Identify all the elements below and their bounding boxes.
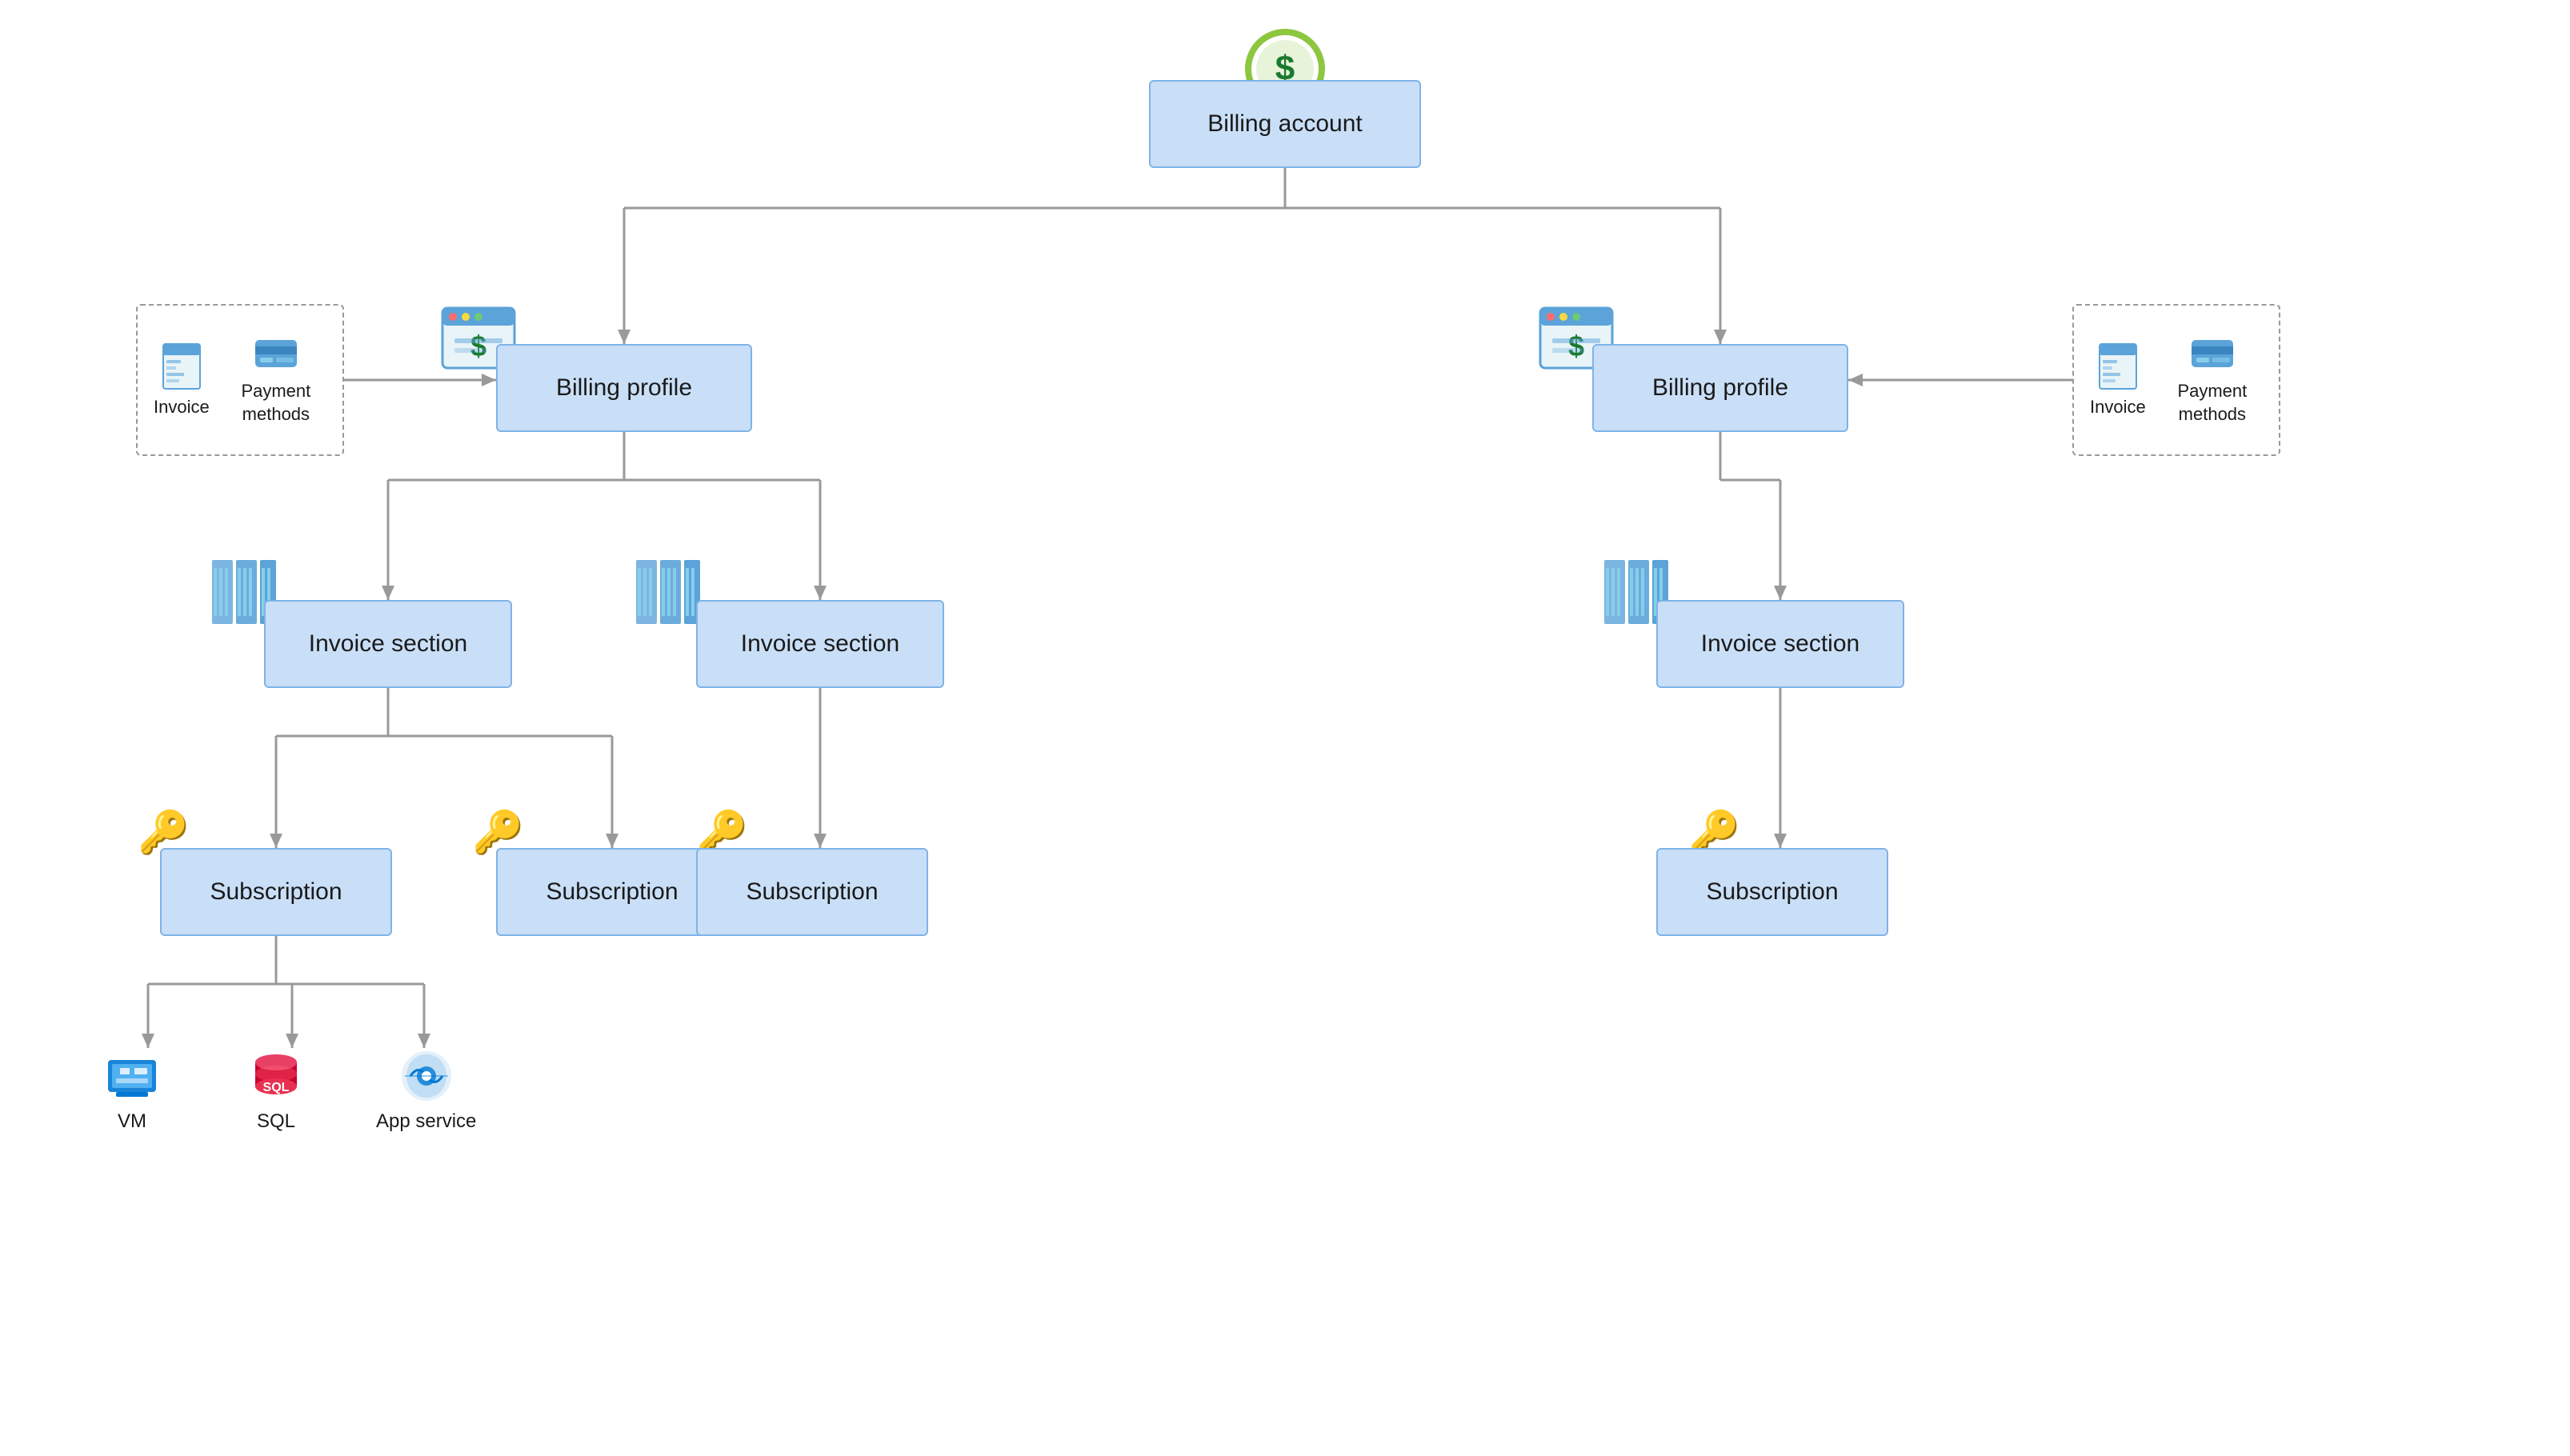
invoice-section-lm-icon	[632, 556, 704, 628]
billing-profile-left-label: Billing profile	[556, 374, 692, 402]
side-box-right: Invoice Payment methods	[2072, 304, 2280, 456]
billing-account-label: Billing account	[1207, 110, 1362, 138]
payment-methods-right-item: Payment methods	[2162, 334, 2263, 426]
vm-resource: VM	[104, 1048, 160, 1133]
billing-profile-left-node: Billing profile	[496, 344, 752, 432]
connector-lines	[0, 0, 2570, 1456]
appservice-label: App service	[376, 1110, 476, 1134]
subscription-1-node: Subscription	[160, 848, 392, 936]
invoice-section-ll-node: Invoice section	[264, 600, 512, 688]
appservice-resource: App service	[376, 1048, 476, 1134]
side-box-left: Invoice Payment methods	[136, 304, 344, 456]
subscription-1-label: Subscription	[210, 878, 342, 906]
subscription-3-node: Subscription	[696, 848, 928, 936]
subscription-4-node: Subscription	[1656, 848, 1888, 936]
invoice-right-label: Invoice	[2090, 397, 2146, 418]
subscription-4-label: Subscription	[1706, 878, 1838, 906]
diagram-container: $ Billing account $ Billing profile	[0, 0, 2570, 1456]
invoice-left-item: Invoice	[154, 342, 210, 418]
payment-methods-right-label: Payment methods	[2162, 380, 2263, 426]
vm-label: VM	[118, 1110, 146, 1133]
invoice-section-lm-label: Invoice section	[741, 630, 899, 658]
payment-methods-left-item: Payment methods	[226, 334, 326, 426]
invoice-right-item: Invoice	[2090, 342, 2146, 418]
subscription-3-label: Subscription	[746, 878, 878, 906]
invoice-section-r-node: Invoice section	[1656, 600, 1904, 688]
billing-profile-right-label: Billing profile	[1652, 374, 1788, 402]
subscription-2-node: Subscription	[496, 848, 728, 936]
invoice-section-r-label: Invoice section	[1701, 630, 1859, 658]
invoice-section-ll-label: Invoice section	[309, 630, 467, 658]
billing-profile-right-node: Billing profile	[1592, 344, 1848, 432]
svg-text:$: $	[470, 330, 486, 362]
invoice-section-lm-node: Invoice section	[696, 600, 944, 688]
billing-account-node: Billing account	[1149, 80, 1421, 168]
sql-resource: SQL SQL	[248, 1048, 304, 1133]
subscription-2-label: Subscription	[546, 878, 678, 906]
svg-text:SQL: SQL	[263, 1081, 290, 1094]
sql-label: SQL	[257, 1110, 295, 1133]
invoice-left-label: Invoice	[154, 397, 210, 418]
payment-methods-left-label: Payment methods	[226, 380, 326, 426]
svg-text:$: $	[1568, 330, 1584, 362]
